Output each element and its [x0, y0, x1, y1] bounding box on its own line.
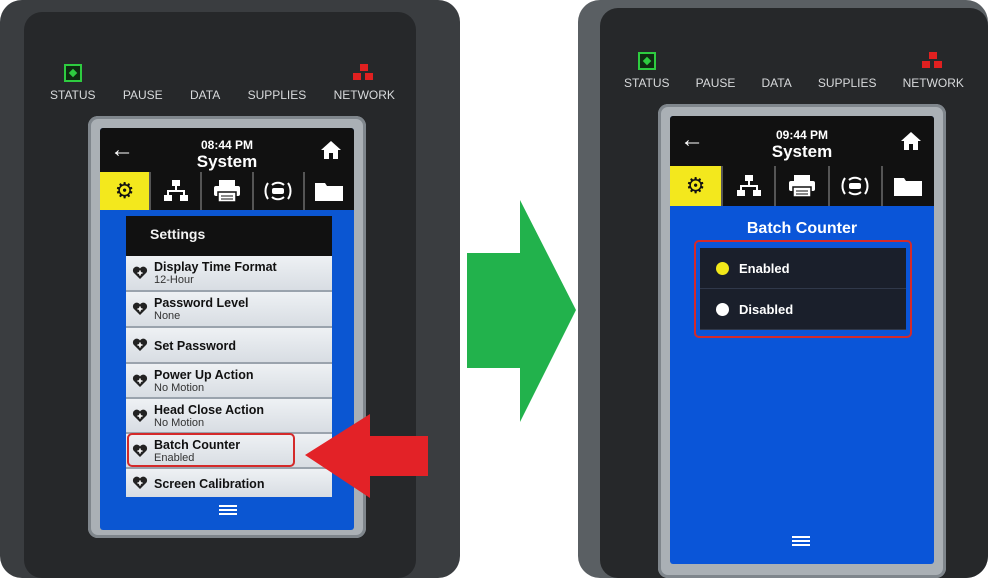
network-led-icon — [353, 64, 375, 82]
tab-print[interactable] — [774, 166, 828, 206]
folder-icon — [315, 183, 344, 201]
gear-icon: ⚙ — [685, 173, 706, 198]
list-item-set-password[interactable]: Set Password — [126, 328, 332, 364]
menu-icon[interactable] — [219, 505, 237, 516]
tab-storage[interactable] — [880, 166, 934, 206]
red-arrow-icon — [305, 414, 428, 498]
list-item-display-time-format[interactable]: Display Time Format 12-Hour — [126, 256, 332, 292]
heart-plus-icon — [132, 338, 148, 351]
screen-title: System — [196, 152, 258, 171]
item-name: Display Time Format — [154, 260, 277, 274]
clock-time: 09:44 PM — [775, 128, 829, 142]
wireless-icon — [264, 181, 292, 201]
network-icon — [163, 180, 188, 201]
item-value: None — [154, 310, 181, 322]
data-label: DATA — [190, 88, 221, 102]
item-name: Password Level — [154, 296, 249, 310]
network-led-icon — [922, 52, 944, 70]
gear-icon: ⚙ — [114, 178, 135, 203]
list-header: Settings — [126, 216, 332, 256]
tab-connection[interactable] — [827, 166, 881, 206]
home-icon[interactable] — [320, 140, 342, 160]
network-icon — [736, 175, 761, 196]
status-led-icon — [63, 64, 82, 82]
back-arrow-icon[interactable]: ← — [110, 136, 134, 164]
heart-plus-icon — [132, 374, 148, 387]
tab-settings[interactable]: ⚙ — [100, 172, 150, 210]
item-name: Power Up Action — [154, 368, 254, 382]
pause-label: PAUSE — [695, 76, 736, 90]
network-label: NETWORK — [333, 88, 395, 102]
right-touchscreen: ← 09:44 PM System ⚙ Batch Counter Enable… — [670, 116, 934, 564]
home-icon[interactable] — [900, 131, 922, 151]
status-label: STATUS — [50, 88, 96, 102]
pause-label: PAUSE — [122, 88, 163, 102]
tab-settings[interactable]: ⚙ — [670, 166, 722, 206]
tab-bar: ⚙ — [670, 166, 934, 206]
indicator-row: STATUS PAUSE DATA SUPPLIES NETWORK — [50, 64, 395, 102]
indicator-row: STATUS PAUSE DATA SUPPLIES NETWORK — [624, 52, 964, 90]
heart-plus-icon — [132, 302, 148, 315]
item-value: 12-Hour — [154, 274, 194, 286]
heart-plus-icon — [132, 409, 148, 422]
supplies-label: SUPPLIES — [247, 88, 307, 102]
folder-icon — [894, 178, 923, 196]
supplies-label: SUPPLIES — [817, 76, 877, 90]
tab-network[interactable] — [149, 172, 201, 210]
batch-counter-highlight — [127, 433, 295, 467]
heart-plus-icon — [132, 476, 148, 489]
tab-print[interactable] — [200, 172, 252, 210]
printer-icon — [214, 180, 240, 203]
page-title: Batch Counter — [746, 220, 858, 237]
right-printer-panel: STATUS PAUSE DATA SUPPLIES NETWORK ← 09:… — [578, 0, 988, 578]
green-arrow-icon — [467, 200, 576, 422]
data-label: DATA — [761, 76, 792, 90]
item-value: No Motion — [154, 382, 205, 394]
clock-time: 08:44 PM — [200, 138, 254, 152]
menu-icon[interactable] — [792, 536, 810, 547]
network-label: NETWORK — [902, 76, 964, 90]
status-label: STATUS — [624, 76, 670, 90]
printer-icon — [789, 175, 815, 198]
heart-plus-icon — [132, 266, 148, 279]
list-item-password-level[interactable]: Password Level None — [126, 292, 332, 328]
tab-network[interactable] — [721, 166, 775, 206]
options-highlight — [694, 240, 912, 338]
screen-title: System — [771, 142, 833, 161]
wireless-icon — [841, 176, 869, 196]
tab-connection[interactable] — [251, 172, 303, 210]
back-arrow-icon[interactable]: ← — [680, 126, 704, 154]
tab-bar: ⚙ — [100, 172, 354, 210]
item-name: Set Password — [154, 339, 236, 353]
tab-storage[interactable] — [302, 172, 354, 210]
list-item-power-up-action[interactable]: Power Up Action No Motion — [126, 364, 332, 399]
status-led-icon — [637, 52, 656, 70]
